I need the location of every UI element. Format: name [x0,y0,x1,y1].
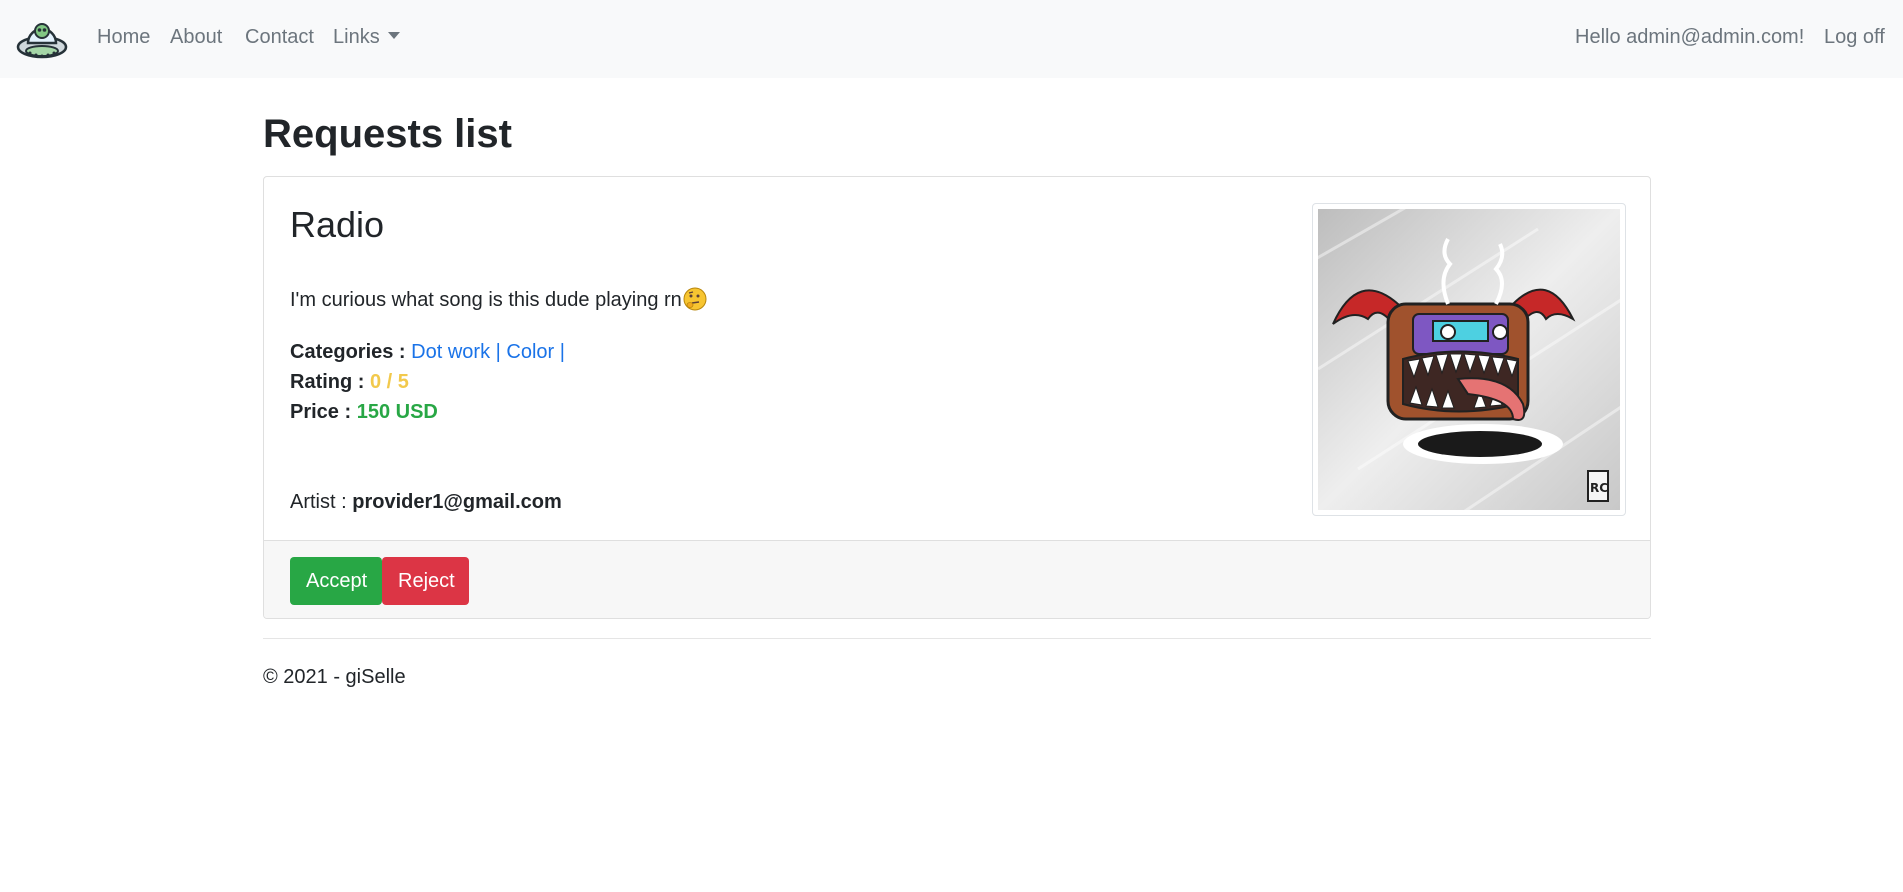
accept-button[interactable]: Accept [290,557,382,605]
request-title: Radio [290,204,385,245]
nav-links-label: Links [333,26,380,48]
categories-label: Categories : [290,341,406,363]
reject-button[interactable]: Reject [382,557,469,605]
request-card: Radio I'm curious what song is this dude… [263,176,1651,619]
card-footer: Accept Reject [264,540,1650,618]
categories-line: Categories : Dot work | Color | [290,339,565,365]
navbar: Home About Contact Links Hello admin@adm… [0,0,1903,78]
rating-value: 0 / 5 [370,371,409,393]
nav-home[interactable]: Home [97,25,150,49]
brand-logo[interactable] [16,13,68,61]
chevron-down-icon [387,32,400,39]
ufo-alien-icon [16,23,68,59]
nav-links-dropdown[interactable]: Links [333,25,400,49]
page-title: Requests list [263,112,512,156]
artist-line: Artist : provider1@gmail.com [290,489,562,515]
nav-contact[interactable]: Contact [245,25,314,49]
price-value: 150 USD [356,401,438,423]
request-image[interactable]: RC [1297,187,1649,531]
artist-label: Artist : [290,491,347,513]
footer-divider [263,638,1651,639]
footer-copyright: © 2021 - giSelle [263,666,406,688]
category-dot-work[interactable]: Dot work | [411,341,501,363]
request-description: I'm curious what song is this dude playi… [290,287,707,313]
svg-text:RC: RC [1590,481,1608,495]
rating-label: Rating : [290,371,365,393]
rating-line: Rating : 0 / 5 [290,369,409,395]
price-label: Price : [290,401,352,423]
artist-value: provider1@gmail.com [352,491,562,513]
logoff-link[interactable]: Log off [1824,25,1885,49]
nav-about[interactable]: About [170,25,222,49]
user-greeting[interactable]: Hello admin@admin.com! [1575,25,1804,49]
category-color[interactable]: Color | [506,341,565,363]
radio-monster-artwork: RC [1297,187,1649,531]
description-text: I'm curious what song is this dude playi… [290,289,682,311]
price-line: Price : 150 USD [290,399,438,425]
thinking-face-icon [683,287,707,311]
